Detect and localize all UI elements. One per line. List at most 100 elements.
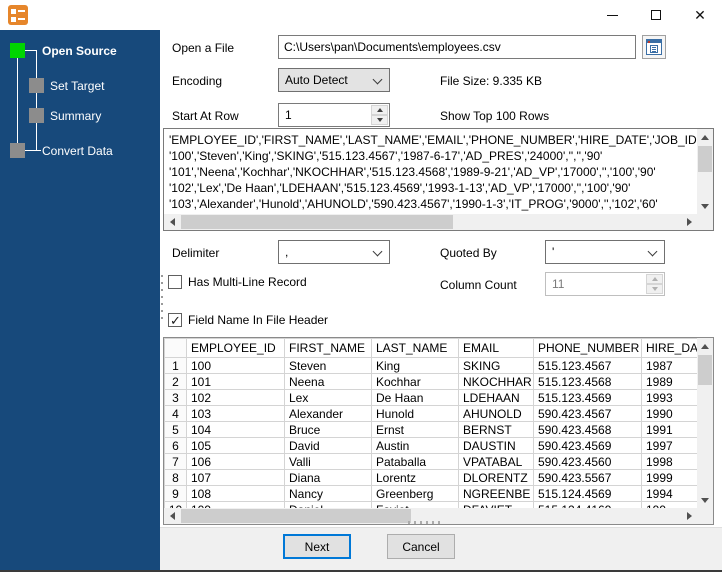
data-grid[interactable]: EMPLOYEE_ID FIRST_NAME LAST_NAME EMAIL PHONE… — [163, 337, 714, 525]
checkbox-header[interactable]: Field Name In File Header — [168, 313, 328, 329]
cancel-button[interactable]: Cancel — [387, 534, 455, 559]
scroll-down-icon[interactable] — [697, 198, 713, 214]
close-icon[interactable]: ✕ — [678, 0, 722, 30]
grid-cell: VPATABAL — [458, 453, 534, 470]
checkbox-multiline[interactable]: Has Multi-Line Record — [168, 275, 307, 289]
preview-horizontal-scrollbar[interactable] — [164, 214, 697, 230]
delimiter-label: Delimiter — [172, 246, 220, 260]
table-row[interactable]: 9 108 Nancy Greenberg NGREENBE 515.124.4569 19… — [164, 485, 697, 502]
scrollbar-thumb[interactable] — [698, 355, 712, 385]
row-number-cell[interactable]: 1 — [164, 357, 187, 374]
grid-cell: Greenberg — [371, 485, 459, 502]
table-row[interactable]: 2 101 Neena Kochhar NKOCHHAR 515.123.4568 1989 — [164, 373, 697, 390]
file-preview-box[interactable]: 'EMPLOYEE_ID','FIRST_NAME','LAST_NAME','… — [163, 128, 714, 231]
row-number-cell[interactable]: 3 — [164, 389, 187, 406]
table-row[interactable]: 1 100 Steven King SKING 515.123.4567 1987 — [164, 357, 697, 374]
scrollbar-thumb[interactable] — [698, 146, 712, 172]
vertical-splitter-grip[interactable] — [161, 275, 163, 323]
table-row[interactable]: 5 104 Bruce Ernst BERNST 590.423.4568 1991 — [164, 421, 697, 438]
checkbox-box[interactable] — [168, 313, 182, 329]
row-number-cell[interactable]: 7 — [164, 453, 187, 470]
grid-cell: Diana — [284, 469, 372, 486]
row-number-cell[interactable]: 9 — [164, 485, 187, 502]
scroll-right-icon[interactable] — [681, 508, 697, 524]
grid-cell: DLORENTZ — [458, 469, 534, 486]
scroll-down-icon[interactable] — [697, 492, 713, 508]
preview-vertical-scrollbar[interactable] — [697, 129, 713, 214]
table-row[interactable]: 8 107 Diana Lorentz DLORENTZ 590.423.5567 1999 — [164, 469, 697, 486]
table-row[interactable]: 6 105 David Austin DAUSTIN 590.423.4569 1997 — [164, 437, 697, 454]
next-button[interactable]: Next — [283, 534, 351, 559]
delimiter-select[interactable]: , — [278, 240, 390, 264]
sidebar-item-summary[interactable]: Summary — [50, 109, 101, 123]
sidebar-item-convert-data[interactable]: Convert Data — [42, 144, 113, 158]
row-number-cell[interactable]: 6 — [164, 437, 187, 454]
scrollbar-corner — [697, 508, 713, 524]
row-number-cell[interactable]: 8 — [164, 469, 187, 486]
grid-cell: 1987 — [641, 357, 697, 374]
grid-column-header[interactable]: LAST_NAME — [371, 338, 459, 358]
preview-text: 'EMPLOYEE_ID','FIRST_NAME','LAST_NAME','… — [164, 129, 697, 214]
scroll-up-icon[interactable] — [697, 129, 713, 145]
browse-button[interactable] — [642, 35, 666, 59]
grid-cell: 590.423.4569 — [533, 437, 642, 454]
grid-vertical-scrollbar[interactable] — [697, 338, 713, 508]
table-row[interactable]: 7 106 Valli Pataballa VPATABAL 590.423.4560 19… — [164, 453, 697, 470]
grid-cell: 102 — [186, 389, 285, 406]
scrollbar-thumb[interactable] — [181, 215, 453, 229]
grid-cell: NKOCHHAR — [458, 373, 534, 390]
maximize-icon[interactable] — [634, 0, 678, 30]
grid-cell: Lorentz — [371, 469, 459, 486]
grid-cell: De Haan — [371, 389, 459, 406]
grid-cell: 590.423.4560 — [533, 453, 642, 470]
title-bar[interactable]: ✕ — [0, 0, 722, 30]
column-count-label: Column Count — [440, 278, 517, 292]
grid-cell: 107 — [186, 469, 285, 486]
data-grid-viewport: EMPLOYEE_ID FIRST_NAME LAST_NAME EMAIL PHONE… — [164, 338, 697, 508]
checkbox-box[interactable] — [168, 275, 182, 289]
grid-cell: 515.124.4569 — [533, 485, 642, 502]
row-number-cell[interactable]: 2 — [164, 373, 187, 390]
main-panel: Open a File C:\Users\pan\Documents\emplo… — [160, 30, 722, 527]
scrollbar-thumb[interactable] — [181, 509, 411, 523]
grid-cell: Neena — [284, 373, 372, 390]
quoted-by-value: ' — [552, 245, 555, 259]
grid-column-header[interactable]: EMAIL — [458, 338, 534, 358]
grid-column-header[interactable]: EMPLOYEE_ID — [186, 338, 285, 358]
scroll-right-icon[interactable] — [681, 214, 697, 230]
grid-cell: 101 — [186, 373, 285, 390]
quoted-by-select[interactable]: ' — [545, 240, 665, 264]
scroll-left-icon[interactable] — [164, 508, 180, 524]
row-number-cell[interactable]: 4 — [164, 405, 187, 422]
grid-cell: AHUNOLD — [458, 405, 534, 422]
file-path-input[interactable]: C:\Users\pan\Documents\employees.csv — [278, 35, 636, 59]
scroll-up-icon[interactable] — [697, 338, 713, 354]
wizard-sidebar: Open Source Set Target Summary Convert D… — [0, 30, 160, 570]
grid-cell: Lex — [284, 389, 372, 406]
grid-cell: 1990 — [641, 405, 697, 422]
grid-column-header[interactable]: HIRE_DATE — [641, 338, 697, 358]
grid-cell: SKING — [458, 357, 534, 374]
preview-line: '100','Steven','King','SKING','515.123.4… — [169, 149, 603, 163]
grid-column-header[interactable]: FIRST_NAME — [284, 338, 372, 358]
sidebar-item-set-target[interactable]: Set Target — [50, 79, 104, 93]
grid-cell: David — [284, 437, 372, 454]
grid-cell: Kochhar — [371, 373, 459, 390]
spin-down-icon[interactable] — [371, 115, 388, 125]
start-at-row-stepper[interactable]: 1 — [278, 103, 390, 127]
row-number-cell[interactable]: 5 — [164, 421, 187, 438]
grid-cell: BERNST — [458, 421, 534, 438]
table-row[interactable]: 3 102 Lex De Haan LDEHAAN 515.123.4569 1993 — [164, 389, 697, 406]
preview-line: '103','Alexander','Hunold','AHUNOLD','59… — [169, 197, 658, 211]
table-row[interactable]: 4 103 Alexander Hunold AHUNOLD 590.423.4567 19… — [164, 405, 697, 422]
horizontal-splitter-grip[interactable] — [408, 521, 440, 524]
grid-column-header[interactable]: PHONE_NUMBER — [533, 338, 642, 358]
scroll-left-icon[interactable] — [164, 214, 180, 230]
encoding-select[interactable]: Auto Detect — [278, 68, 390, 92]
spin-up-icon[interactable] — [371, 105, 388, 115]
sidebar-item-open-source[interactable]: Open Source — [42, 44, 117, 58]
column-count-value: 11 — [552, 277, 565, 291]
minimize-icon[interactable] — [590, 0, 634, 30]
file-size-text: File Size: 9.335 KB — [440, 74, 543, 88]
step-indicator-summary — [29, 108, 44, 123]
